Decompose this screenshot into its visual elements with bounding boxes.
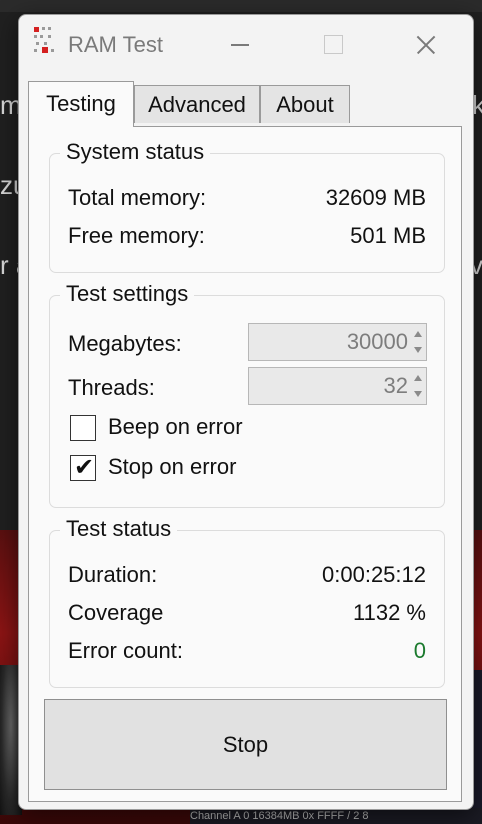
total-memory-label: Total memory: [68, 185, 207, 210]
megabytes-increment-arrow-icon[interactable] [413, 326, 423, 342]
error-count-value: 0 [413, 638, 426, 663]
stop-on-error-label[interactable]: Stop on error [108, 453, 236, 481]
title-bar[interactable]: RAM Test [19, 15, 473, 73]
background-strip-text: Channel A 0 16384MB 0x FFFF / 2 8 [190, 808, 482, 824]
coverage-value: 1132 % [353, 600, 426, 625]
close-button[interactable] [401, 27, 451, 63]
megabytes-decrement-arrow-icon[interactable] [413, 343, 423, 359]
megabytes-label: Megabytes: [68, 331, 182, 356]
test-status-group: Test status Duration: 0:00:25:12 Coverag… [49, 515, 445, 688]
free-memory-label: Free memory: [68, 223, 205, 248]
system-status-title: System status [60, 138, 211, 166]
threads-value: 32 [383, 373, 408, 398]
minimize-button[interactable] [215, 27, 265, 63]
threads-spinbox[interactable]: 32 [248, 367, 427, 405]
background-titlebar [0, 0, 482, 12]
stop-button[interactable]: Stop [44, 699, 447, 790]
beep-on-error-checkbox[interactable] [70, 415, 96, 441]
window-title: RAM Test [68, 32, 163, 57]
free-memory-value: 501 MB [350, 223, 426, 248]
tab-advanced[interactable]: Advanced [134, 85, 260, 123]
test-settings-group: Test settings Megabytes: 30000 Threads: … [49, 280, 445, 508]
system-status-group: System status Total memory: 32609 MB Fre… [49, 138, 445, 273]
duration-label: Duration: [68, 562, 158, 587]
duration-value: 0:00:25:12 [322, 562, 426, 587]
beep-on-error-label[interactable]: Beep on error [108, 413, 243, 441]
stop-on-error-checkbox[interactable]: ✔ [70, 453, 96, 481]
tab-about[interactable]: About [260, 85, 350, 123]
threads-increment-arrow-icon[interactable] [413, 370, 423, 386]
error-count-label: Error count: [68, 638, 183, 663]
test-status-title: Test status [60, 515, 178, 543]
threads-label: Threads: [68, 375, 155, 400]
ram-test-window: RAM Test Testing Advanced About System s… [18, 14, 474, 810]
total-memory-value: 32609 MB [325, 185, 426, 210]
megabytes-value: 30000 [346, 329, 408, 354]
threads-decrement-arrow-icon[interactable] [413, 387, 423, 403]
megabytes-spinbox[interactable]: 30000 [248, 323, 427, 361]
checkmark-icon: ✔ [74, 453, 95, 481]
ram-test-app-icon [34, 27, 56, 55]
maximize-button[interactable] [309, 27, 359, 63]
coverage-label: Coverage [68, 600, 164, 625]
tab-testing[interactable]: Testing [28, 81, 134, 127]
test-settings-title: Test settings [60, 280, 195, 308]
